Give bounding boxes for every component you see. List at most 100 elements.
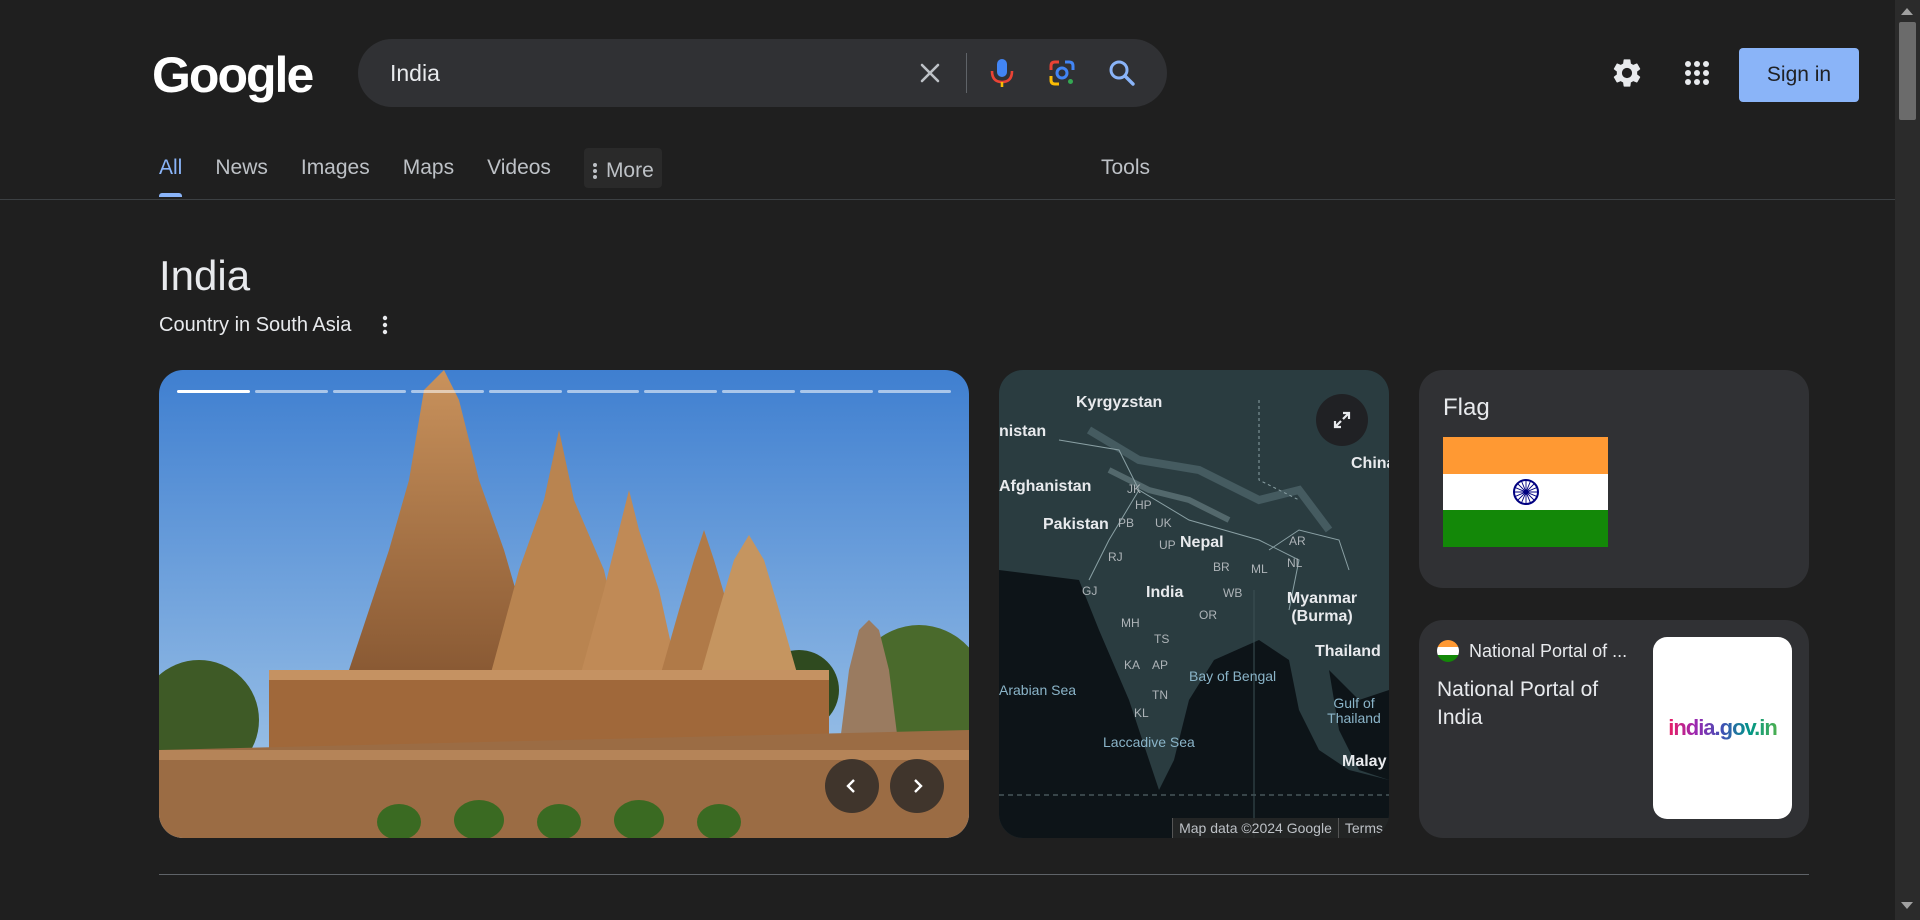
- map-state-label: GJ: [1082, 584, 1098, 598]
- flag-title: Flag: [1443, 394, 1490, 421]
- map-label-malay: Malay: [1342, 753, 1387, 770]
- chevron-left-icon: [846, 779, 855, 793]
- map-state-label: RJ: [1108, 550, 1123, 564]
- entity-subtitle: Country in South Asia: [159, 314, 352, 336]
- progress-segment: [332, 390, 406, 393]
- map-state-label: TN: [1152, 688, 1168, 702]
- progress-segment: [488, 390, 562, 393]
- portal-thumbnail: india.gov.in: [1653, 637, 1792, 819]
- map-label-india: India: [1146, 584, 1184, 601]
- progress-segment: [878, 390, 952, 393]
- tab-all[interactable]: All: [159, 150, 183, 198]
- map-sea-gulf-thailand: Gulf of Thailand: [1327, 695, 1381, 726]
- scroll-up-arrow-icon[interactable]: [1901, 8, 1913, 15]
- google-logo[interactable]: Google: [152, 46, 314, 104]
- progress-segment: [410, 390, 484, 393]
- map-state-label: OR: [1199, 608, 1217, 622]
- map-sea-laccadive: Laccadive Sea: [1103, 734, 1195, 750]
- logo-letter: o: [217, 47, 248, 103]
- search-icon[interactable]: [1106, 57, 1138, 89]
- apps-grid-icon[interactable]: [1679, 55, 1715, 91]
- tab-images[interactable]: Images: [301, 150, 370, 198]
- map-state-label: ML: [1251, 562, 1268, 576]
- map-state-label: AR: [1289, 534, 1306, 548]
- tab-news[interactable]: News: [215, 150, 268, 198]
- map-label-afghanistan: Afghanistan: [999, 478, 1092, 495]
- image-carousel[interactable]: [159, 370, 969, 838]
- expand-icon: [1333, 411, 1351, 429]
- portal-favicon: [1437, 640, 1459, 662]
- page-scrollbar[interactable]: [1895, 0, 1920, 920]
- map-state-label: PB: [1118, 516, 1135, 530]
- progress-segment: [566, 390, 640, 393]
- clear-icon[interactable]: [914, 57, 946, 89]
- portal-thumb-logo: india.gov.in: [1668, 715, 1778, 740]
- portal-title: National Portal of India: [1437, 678, 1599, 729]
- logo-letter: G: [152, 47, 191, 103]
- map-label-nistan: nistan: [999, 423, 1047, 440]
- progress-segment: [254, 390, 328, 393]
- map-label-pakistan: Pakistan: [1043, 516, 1109, 533]
- search-box: [358, 39, 1167, 107]
- map-state-label: AP: [1152, 658, 1169, 672]
- map-state-label: MH: [1121, 616, 1140, 630]
- entity-title: India: [159, 252, 251, 299]
- tab-maps[interactable]: Maps: [403, 150, 454, 198]
- carousel-progress: [177, 390, 952, 393]
- settings-gear-icon[interactable]: [1609, 55, 1645, 91]
- scrollbar-thumb[interactable]: [1899, 22, 1916, 120]
- lens-icon[interactable]: [1046, 57, 1078, 89]
- map-state-label: KL: [1134, 706, 1149, 720]
- map-state-label: UK: [1155, 516, 1172, 530]
- flag-white-band: [1443, 473, 1608, 511]
- map-terms-link[interactable]: Terms: [1337, 818, 1389, 838]
- ashoka-chakra-icon: [1512, 478, 1539, 505]
- flag-saffron-band: [1443, 437, 1608, 474]
- map-state-label: BR: [1213, 560, 1230, 574]
- logo-letter: g: [246, 47, 277, 103]
- map-state-label: HP: [1135, 498, 1152, 512]
- map-state-label: WB: [1223, 586, 1243, 600]
- carousel-next-button[interactable]: [890, 759, 944, 813]
- map-expand-button[interactable]: [1316, 394, 1368, 446]
- section-divider: [159, 874, 1809, 875]
- map-label-china: China: [1351, 455, 1389, 472]
- map-sea-bengal: Bay of Bengal: [1189, 668, 1277, 684]
- national-portal-card[interactable]: National Portal of ... National Portal o…: [1419, 620, 1809, 838]
- map-state-label: UP: [1159, 538, 1176, 552]
- portal-site-name: National Portal of ...: [1469, 641, 1628, 661]
- map-state-label: NL: [1287, 556, 1303, 570]
- logo-letter: l: [274, 47, 289, 103]
- logo-letter: o: [188, 47, 220, 103]
- map-sea-arabian: Arabian Sea: [999, 682, 1077, 698]
- microphone-icon[interactable]: [986, 57, 1018, 89]
- progress-segment: [722, 390, 796, 393]
- map-card[interactable]: Kyrgyzstan nistan China Afghanistan Paki…: [999, 370, 1389, 838]
- carousel-prev-button[interactable]: [825, 759, 879, 813]
- tab-more[interactable]: More: [583, 148, 662, 188]
- map-state-label: TS: [1154, 632, 1170, 646]
- search-divider: [966, 53, 967, 93]
- map-state-label: KA: [1124, 658, 1141, 672]
- map-state-label: JK: [1127, 482, 1142, 496]
- search-input[interactable]: [388, 57, 948, 89]
- map-attribution: Map data ©2024 Google Terms: [1172, 818, 1389, 838]
- map-label-kyrgyzstan: Kyrgyzstan: [1076, 394, 1163, 411]
- scroll-down-arrow-icon[interactable]: [1901, 902, 1913, 909]
- map-label-nepal: Nepal: [1180, 534, 1224, 551]
- tab-videos[interactable]: Videos: [487, 150, 551, 198]
- map-data-credit: Map data ©2024 Google: [1172, 818, 1338, 838]
- map-label-thailand: Thailand: [1315, 643, 1381, 660]
- header: Google India Sign in All News Images Map…: [0, 0, 1895, 200]
- tools-button[interactable]: Tools: [1101, 156, 1150, 180]
- entity-options-icon[interactable]: [376, 312, 394, 338]
- progress-segment: [644, 390, 718, 393]
- more-vert-icon: [592, 163, 597, 179]
- india-flag-image[interactable]: [1443, 437, 1608, 547]
- logo-letter: e: [286, 47, 314, 103]
- flag-green-band: [1443, 510, 1608, 547]
- map-label-myanmar: Myanmar (Burma): [1286, 590, 1358, 625]
- tab-more-label: More: [605, 159, 654, 182]
- flag-card: Flag: [1419, 370, 1809, 588]
- sign-in-button[interactable]: Sign in: [1739, 48, 1859, 102]
